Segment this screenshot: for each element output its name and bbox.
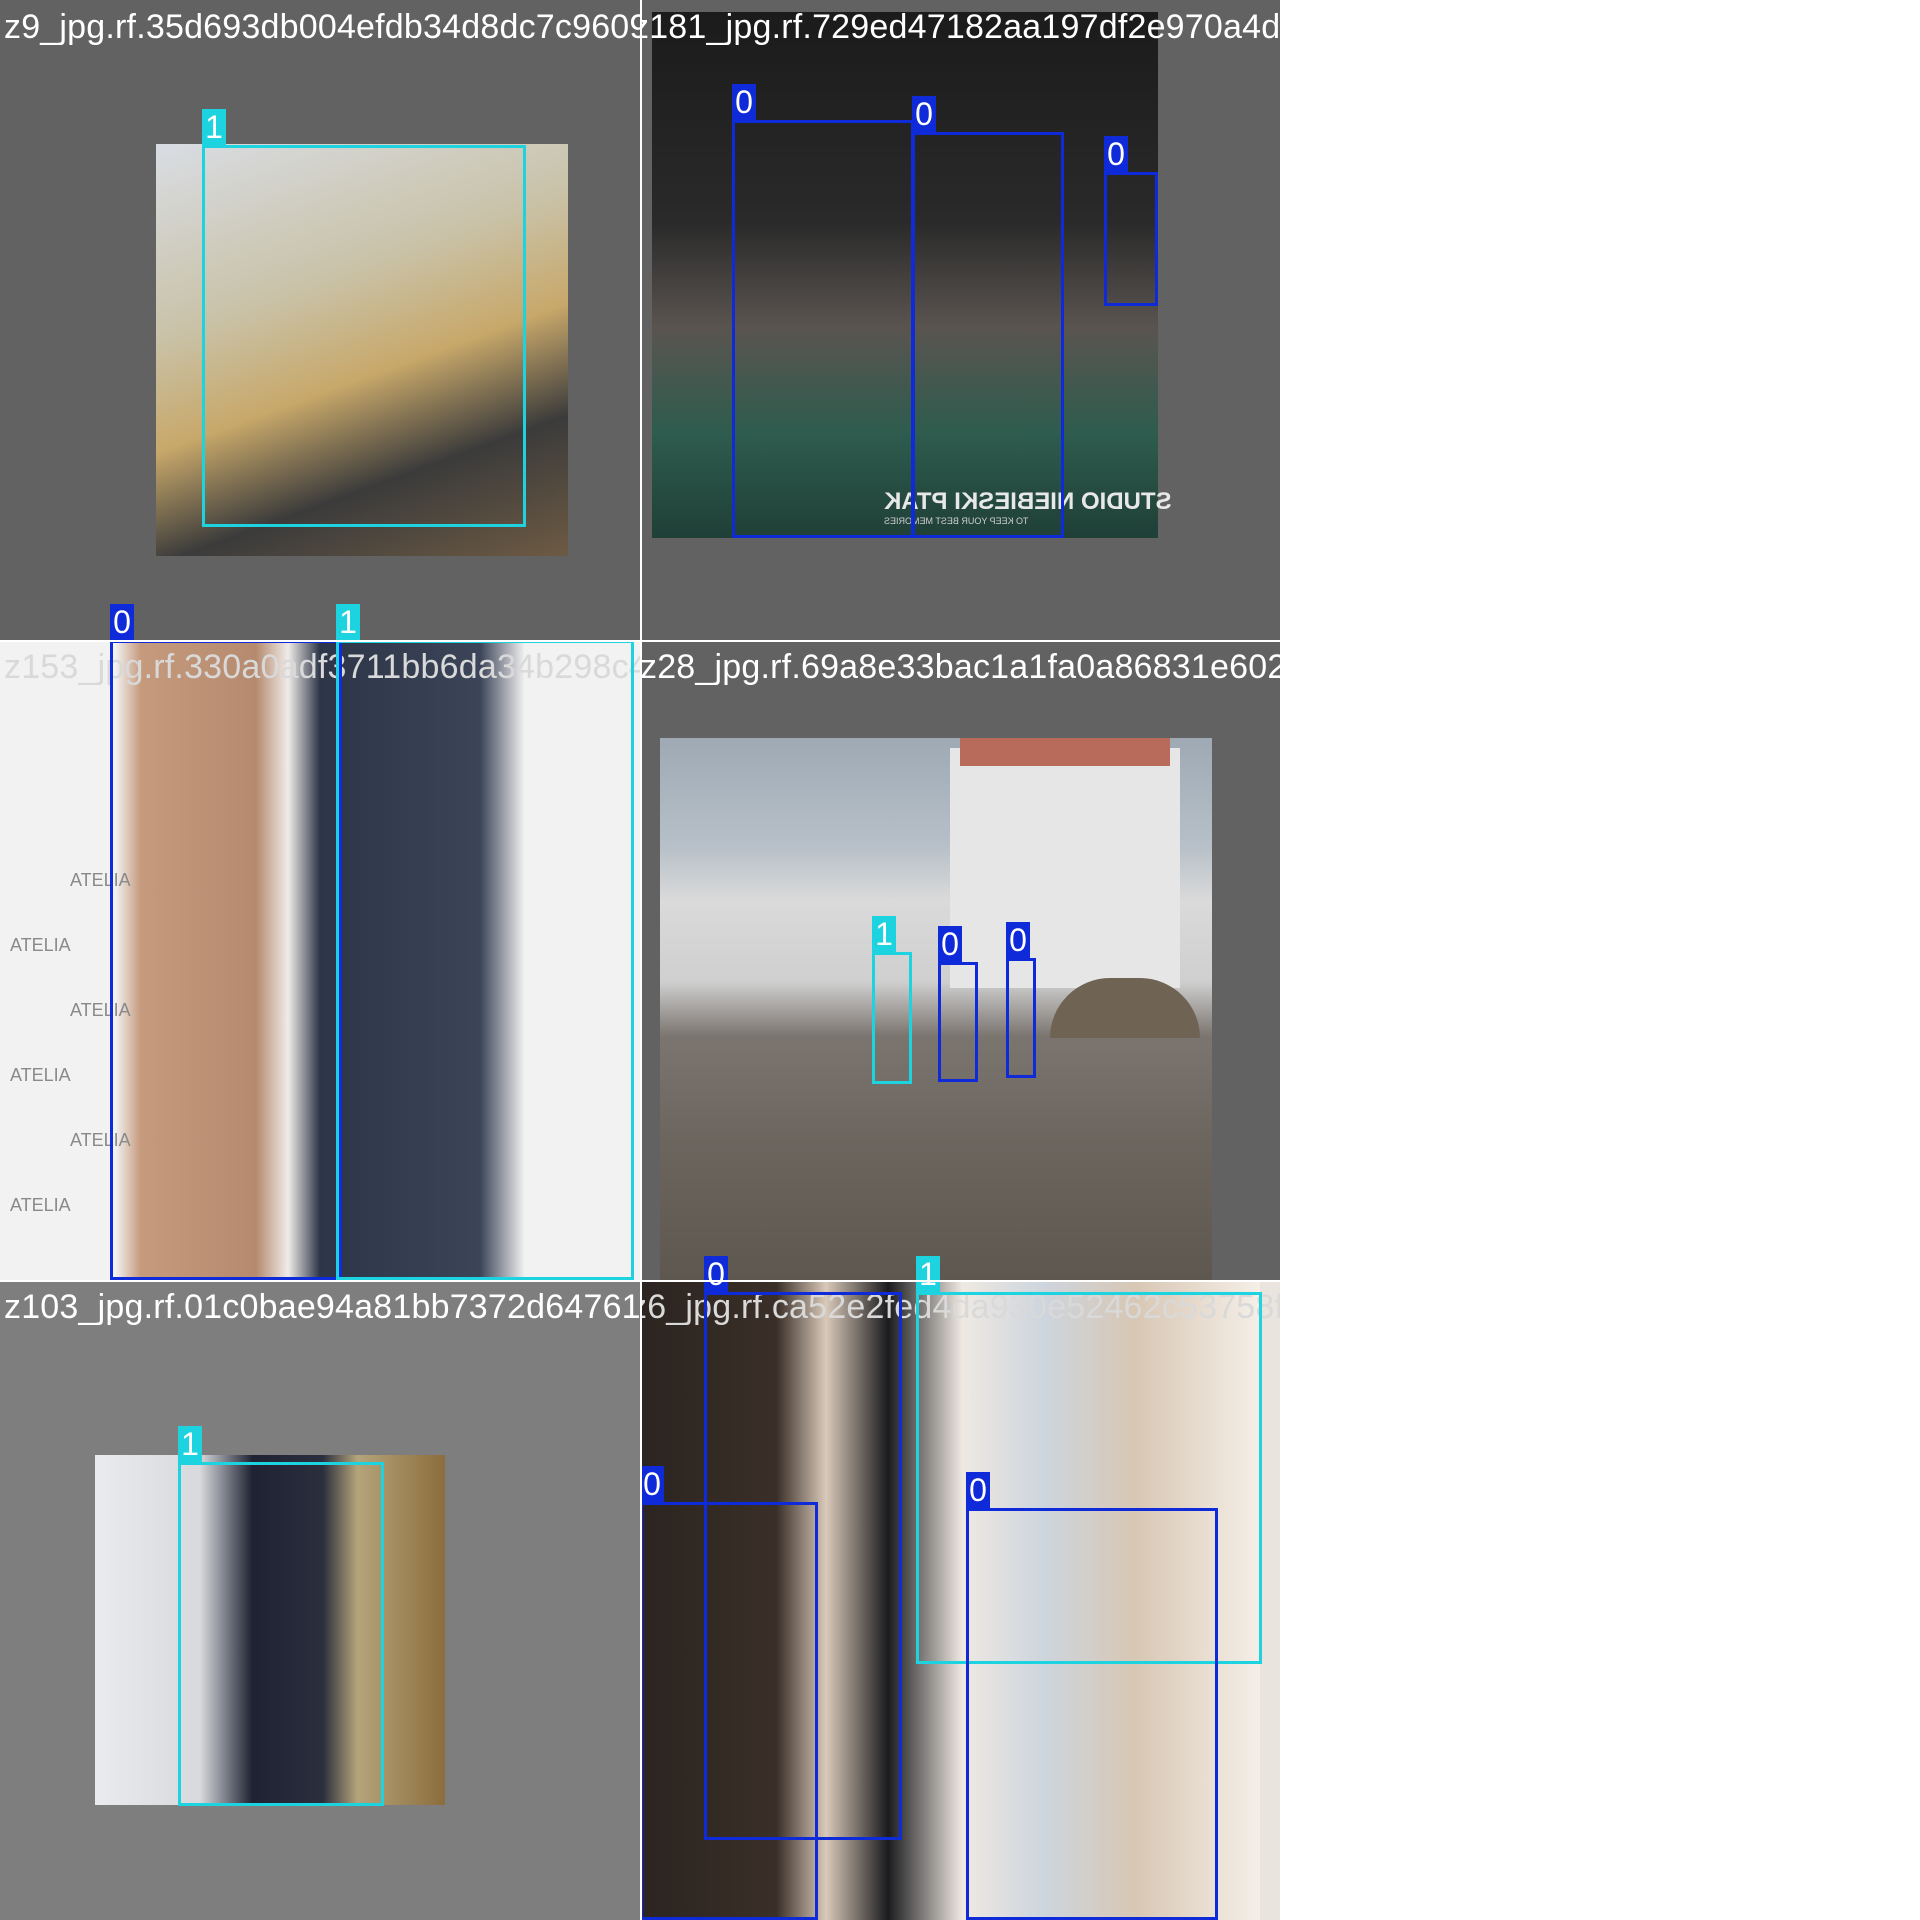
bounding-box [912, 132, 1064, 538]
bounding-box [966, 1508, 1218, 1920]
backdrop-text: ATELIA [10, 935, 71, 955]
tile-divider [0, 1280, 1280, 1282]
bounding-box [336, 640, 634, 1280]
building [950, 748, 1180, 988]
bounding-box [110, 640, 342, 1280]
box-label: 0 [640, 1466, 664, 1502]
mosaic-tile: z6_jpg.rf.ca52e2fed4da930e52462c53758f 0… [640, 1280, 1280, 1920]
tile-filename: z181_jpg.rf.729ed47182aa197df2e970a4da4f [640, 8, 1280, 46]
bounding-box [178, 1462, 384, 1806]
box-label: 0 [938, 926, 962, 962]
photo-construction-site [660, 738, 1212, 1280]
box-label: 0 [966, 1472, 990, 1508]
box-label: 1 [336, 604, 360, 640]
mosaic-tile: 1 z103_jpg.rf.01c0bae94a81bb7372d64761a4… [0, 1280, 640, 1920]
mosaic-tile: STUDIO NIEBIESKI PTAK TO KEEP YOUR BEST … [640, 0, 1280, 640]
box-label: 0 [732, 84, 756, 120]
bounding-box [202, 145, 526, 527]
tile-filename: z9_jpg.rf.35d693db004efdb34d8dc7c96093b2 [4, 8, 640, 46]
bounding-box [938, 962, 978, 1082]
box-label: 1 [916, 1256, 940, 1292]
box-label: 1 [178, 1426, 202, 1462]
box-label: 0 [110, 604, 134, 640]
box-label: 0 [704, 1256, 728, 1292]
tile-filename: z28_jpg.rf.69a8e33bac1a1fa0a86831e602f23 [640, 648, 1280, 686]
tile-divider [0, 640, 1280, 642]
bounding-box [1006, 958, 1036, 1078]
building-roof [960, 738, 1170, 766]
bounding-box [1104, 172, 1158, 306]
bounding-box [872, 952, 912, 1084]
box-label: 1 [202, 109, 226, 145]
bounding-box [732, 120, 914, 538]
backdrop-text: ATELIA [10, 1065, 71, 1085]
mosaic-tile: 1 z9_jpg.rf.35d693db004efdb34d8dc7c96093… [0, 0, 640, 640]
bounding-box [640, 1502, 818, 1920]
mosaic-tile: ATELIA ATELIA ATELIA ATELIA ATELIA ATELI… [0, 640, 640, 1280]
box-label: 0 [912, 96, 936, 132]
box-label: 0 [1104, 136, 1128, 172]
tile-filename: z103_jpg.rf.01c0bae94a81bb7372d64761a4a [4, 1288, 640, 1326]
detection-mosaic: 1 z9_jpg.rf.35d693db004efdb34d8dc7c96093… [0, 0, 1280, 1920]
box-label: 1 [872, 916, 896, 952]
tile-divider [640, 0, 642, 1920]
backdrop-text: ATELIA [10, 1195, 71, 1215]
box-label: 0 [1006, 922, 1030, 958]
